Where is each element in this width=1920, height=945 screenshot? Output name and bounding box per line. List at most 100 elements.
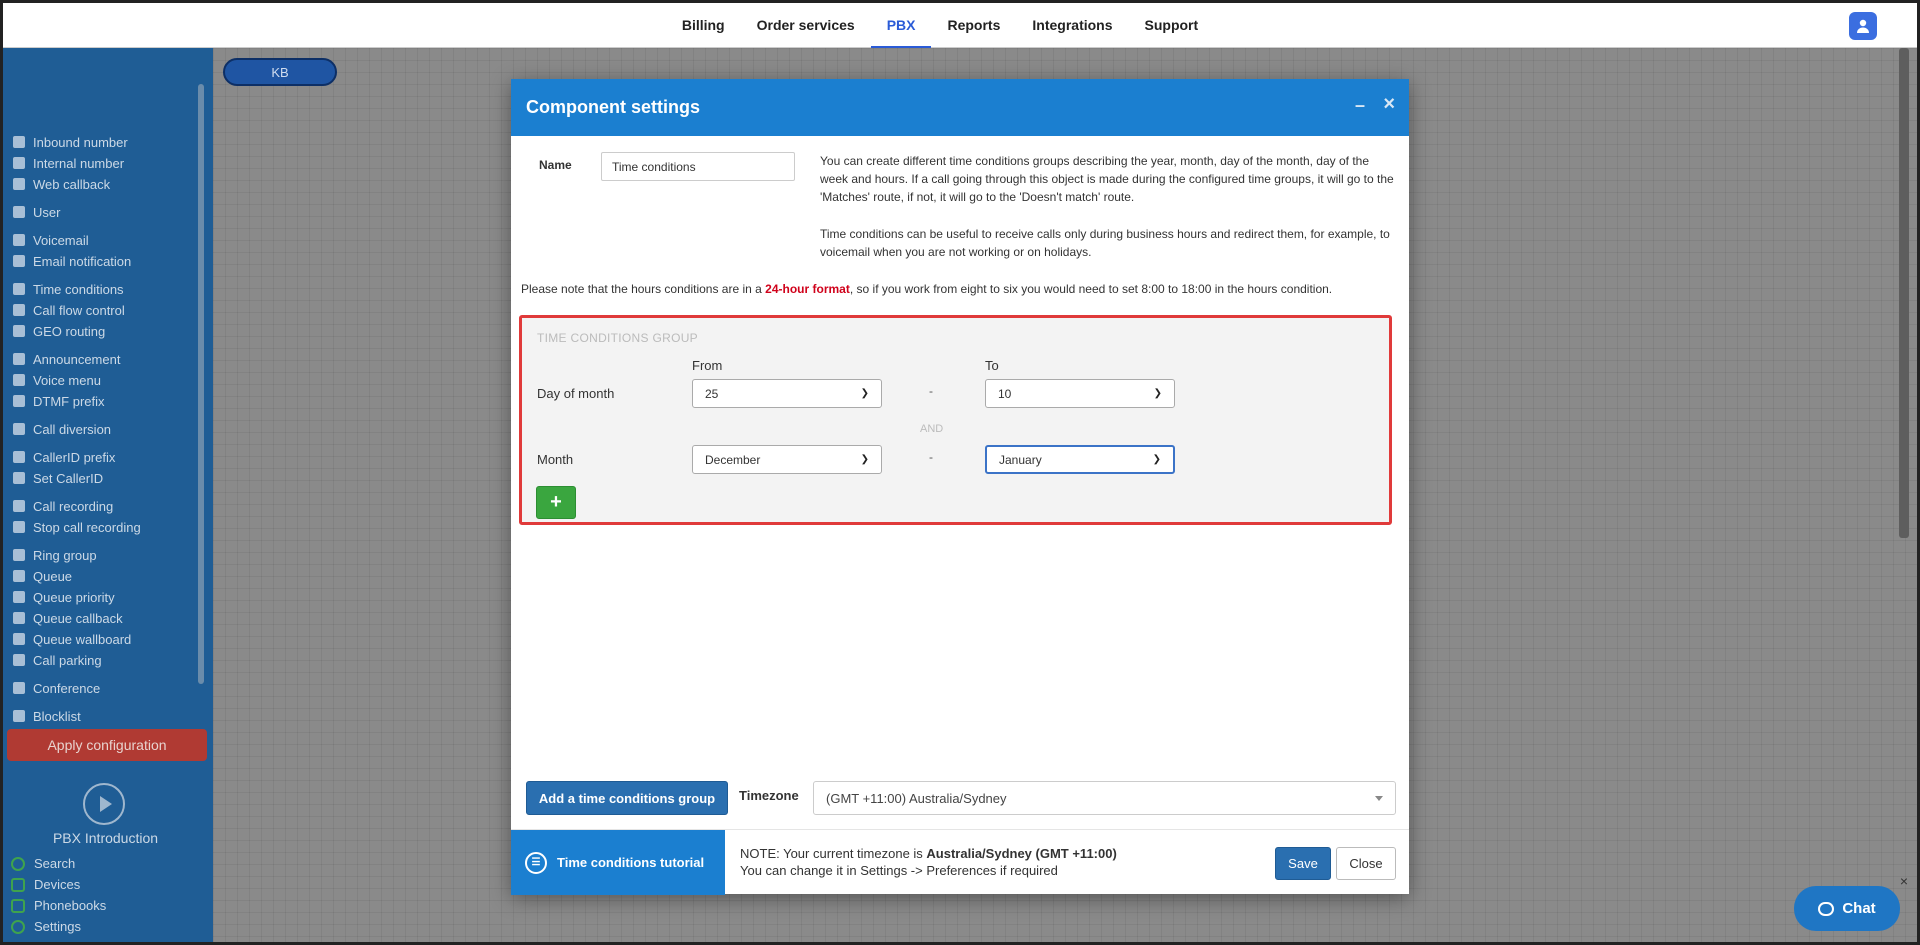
sidebar-item-call-flow-control[interactable]: Call flow control bbox=[13, 300, 125, 320]
sidebar-link-settings[interactable]: Settings bbox=[11, 919, 81, 934]
user-avatar-button[interactable] bbox=[1849, 12, 1877, 40]
kb-node[interactable]: KB bbox=[223, 58, 337, 86]
table-icon bbox=[13, 633, 25, 645]
sidebar-item-internal-number[interactable]: Internal number bbox=[13, 153, 124, 173]
gear-icon bbox=[11, 919, 25, 934]
user-plus-icon bbox=[13, 570, 25, 582]
nav-pbx[interactable]: PBX bbox=[870, 3, 932, 49]
sidebar-item-announcement[interactable]: Announcement bbox=[13, 349, 120, 369]
top-navigation: Billing Order services PBX Reports Integ… bbox=[0, 0, 1920, 49]
sidebar-item-ring-group[interactable]: Ring group bbox=[13, 545, 97, 565]
chat-icon bbox=[13, 682, 25, 694]
clock-icon bbox=[13, 283, 25, 295]
id-card-icon bbox=[13, 472, 25, 484]
monitor-icon bbox=[11, 877, 25, 892]
group-title: TIME CONDITIONS GROUP bbox=[537, 331, 698, 345]
sidebar-item-email-notification[interactable]: Email notification bbox=[13, 251, 131, 271]
modal-title: Component settings bbox=[526, 97, 700, 117]
sidebar-item-callerid-prefix[interactable]: CallerID prefix bbox=[13, 447, 115, 467]
user-icon bbox=[13, 206, 25, 218]
microphone-icon bbox=[13, 500, 25, 512]
time-conditions-tutorial-button[interactable]: ☰ Time conditions tutorial bbox=[511, 830, 725, 895]
sidebar-item-queue[interactable]: Queue bbox=[13, 566, 72, 586]
sidebar-link-phonebooks[interactable]: Phonebooks bbox=[11, 898, 106, 913]
close-button[interactable]: Close bbox=[1336, 847, 1396, 880]
sidebar-item-queue-priority[interactable]: Queue priority bbox=[13, 587, 115, 607]
pbx-introduction-link[interactable]: PBX Introduction bbox=[3, 830, 208, 846]
nav-integrations[interactable]: Integrations bbox=[1016, 3, 1128, 49]
sidebar-item-time-conditions[interactable]: Time conditions bbox=[13, 279, 124, 299]
sidebar-item-call-diversion[interactable]: Call diversion bbox=[13, 419, 111, 439]
sidebar-item-queue-callback[interactable]: Queue callback bbox=[13, 608, 123, 628]
sidebar-item-geo-routing[interactable]: GEO routing bbox=[13, 321, 105, 341]
sidebar-item-web-callback[interactable]: Web callback bbox=[13, 174, 110, 194]
day-of-month-from-select[interactable]: 25 ❯ bbox=[692, 379, 882, 408]
book-icon: ☰ bbox=[525, 851, 547, 874]
nav-support[interactable]: Support bbox=[1129, 3, 1215, 49]
hour-format-note: Please note that the hours conditions ar… bbox=[521, 282, 1333, 296]
month-to-select[interactable]: January ❯ bbox=[985, 445, 1175, 474]
sidebar-item-dtmf-prefix[interactable]: DTMF prefix bbox=[13, 391, 105, 411]
code-icon bbox=[13, 395, 25, 407]
description-text: You can create different time conditions… bbox=[820, 154, 1394, 204]
nav-order-services[interactable]: Order services bbox=[741, 3, 871, 49]
ban-icon bbox=[13, 710, 25, 722]
and-separator: AND bbox=[920, 423, 944, 435]
window-border-left bbox=[0, 0, 3, 945]
sidebar-item-stop-call-recording[interactable]: Stop call recording bbox=[13, 517, 141, 537]
apply-configuration-button[interactable]: Apply configuration bbox=[7, 729, 207, 761]
timezone-label: Timezone bbox=[739, 788, 799, 803]
microphone-off-icon bbox=[13, 521, 25, 533]
sidebar-scrollbar[interactable] bbox=[198, 84, 204, 684]
add-time-conditions-group-button[interactable]: Add a time conditions group bbox=[526, 781, 728, 815]
sidebar-item-queue-wallboard[interactable]: Queue wallboard bbox=[13, 629, 131, 649]
sidebar-item-voice-menu[interactable]: Voice menu bbox=[13, 370, 101, 390]
megaphone-icon bbox=[13, 353, 25, 365]
play-icon[interactable] bbox=[83, 783, 125, 825]
close-icon[interactable]: × bbox=[1383, 93, 1395, 116]
chevron-down-icon: ❯ bbox=[1153, 388, 1162, 399]
nav-billing[interactable]: Billing bbox=[666, 3, 741, 49]
parking-icon bbox=[13, 654, 25, 666]
sidebar-link-search[interactable]: Search bbox=[11, 856, 75, 871]
users-icon bbox=[13, 549, 25, 561]
sidebar-item-call-recording[interactable]: Call recording bbox=[13, 496, 113, 516]
chat-bubble-icon bbox=[1818, 901, 1835, 916]
arrow-up-icon bbox=[13, 591, 25, 603]
range-dash: - bbox=[929, 384, 933, 398]
description-text-2: Time conditions can be useful to receive… bbox=[820, 227, 1390, 259]
component-settings-modal: Component settings – × Name You can crea… bbox=[511, 79, 1409, 895]
phone-icon bbox=[13, 136, 25, 148]
name-input[interactable] bbox=[601, 152, 795, 181]
envelope-icon bbox=[13, 234, 25, 246]
timezone-note: NOTE: Your current timezone is Australia… bbox=[740, 846, 1117, 878]
sidebar-item-inbound-number[interactable]: Inbound number bbox=[13, 132, 128, 152]
share-icon bbox=[13, 612, 25, 624]
canvas-scrollbar[interactable] bbox=[1899, 48, 1909, 538]
caret-down-icon bbox=[1375, 795, 1383, 801]
minimize-icon[interactable]: – bbox=[1355, 95, 1365, 116]
save-button[interactable]: Save bbox=[1275, 847, 1331, 880]
day-of-month-to-select[interactable]: 10 ❯ bbox=[985, 379, 1175, 408]
diversion-icon bbox=[13, 423, 25, 435]
timezone-select[interactable]: (GMT +11:00) Australia/Sydney bbox=[813, 781, 1396, 815]
nav-reports[interactable]: Reports bbox=[931, 3, 1016, 49]
chat-close-icon[interactable]: × bbox=[1900, 873, 1908, 889]
sidebar-item-voicemail[interactable]: Voicemail bbox=[13, 230, 89, 250]
toggle-icon bbox=[13, 304, 25, 316]
sidebar-item-set-callerid[interactable]: Set CallerID bbox=[13, 468, 103, 488]
sidebar-item-conference[interactable]: Conference bbox=[13, 678, 100, 698]
hour-format-emphasis: 24-hour format bbox=[765, 282, 850, 296]
sidebar-item-user[interactable]: User bbox=[13, 202, 60, 222]
sidebar-link-devices[interactable]: Devices bbox=[11, 877, 80, 892]
month-from-select[interactable]: December ❯ bbox=[692, 445, 882, 474]
to-label: To bbox=[985, 358, 999, 373]
time-conditions-group: TIME CONDITIONS GROUP From To Day of mon… bbox=[519, 315, 1392, 525]
sidebar-item-call-parking[interactable]: Call parking bbox=[13, 650, 102, 670]
chat-button[interactable]: Chat bbox=[1794, 886, 1900, 931]
add-condition-button[interactable]: + bbox=[536, 486, 576, 519]
sitemap-icon bbox=[13, 325, 25, 337]
sidebar-item-blocklist[interactable]: Blocklist bbox=[13, 706, 81, 726]
from-label: From bbox=[692, 358, 723, 373]
search-icon bbox=[11, 856, 25, 871]
